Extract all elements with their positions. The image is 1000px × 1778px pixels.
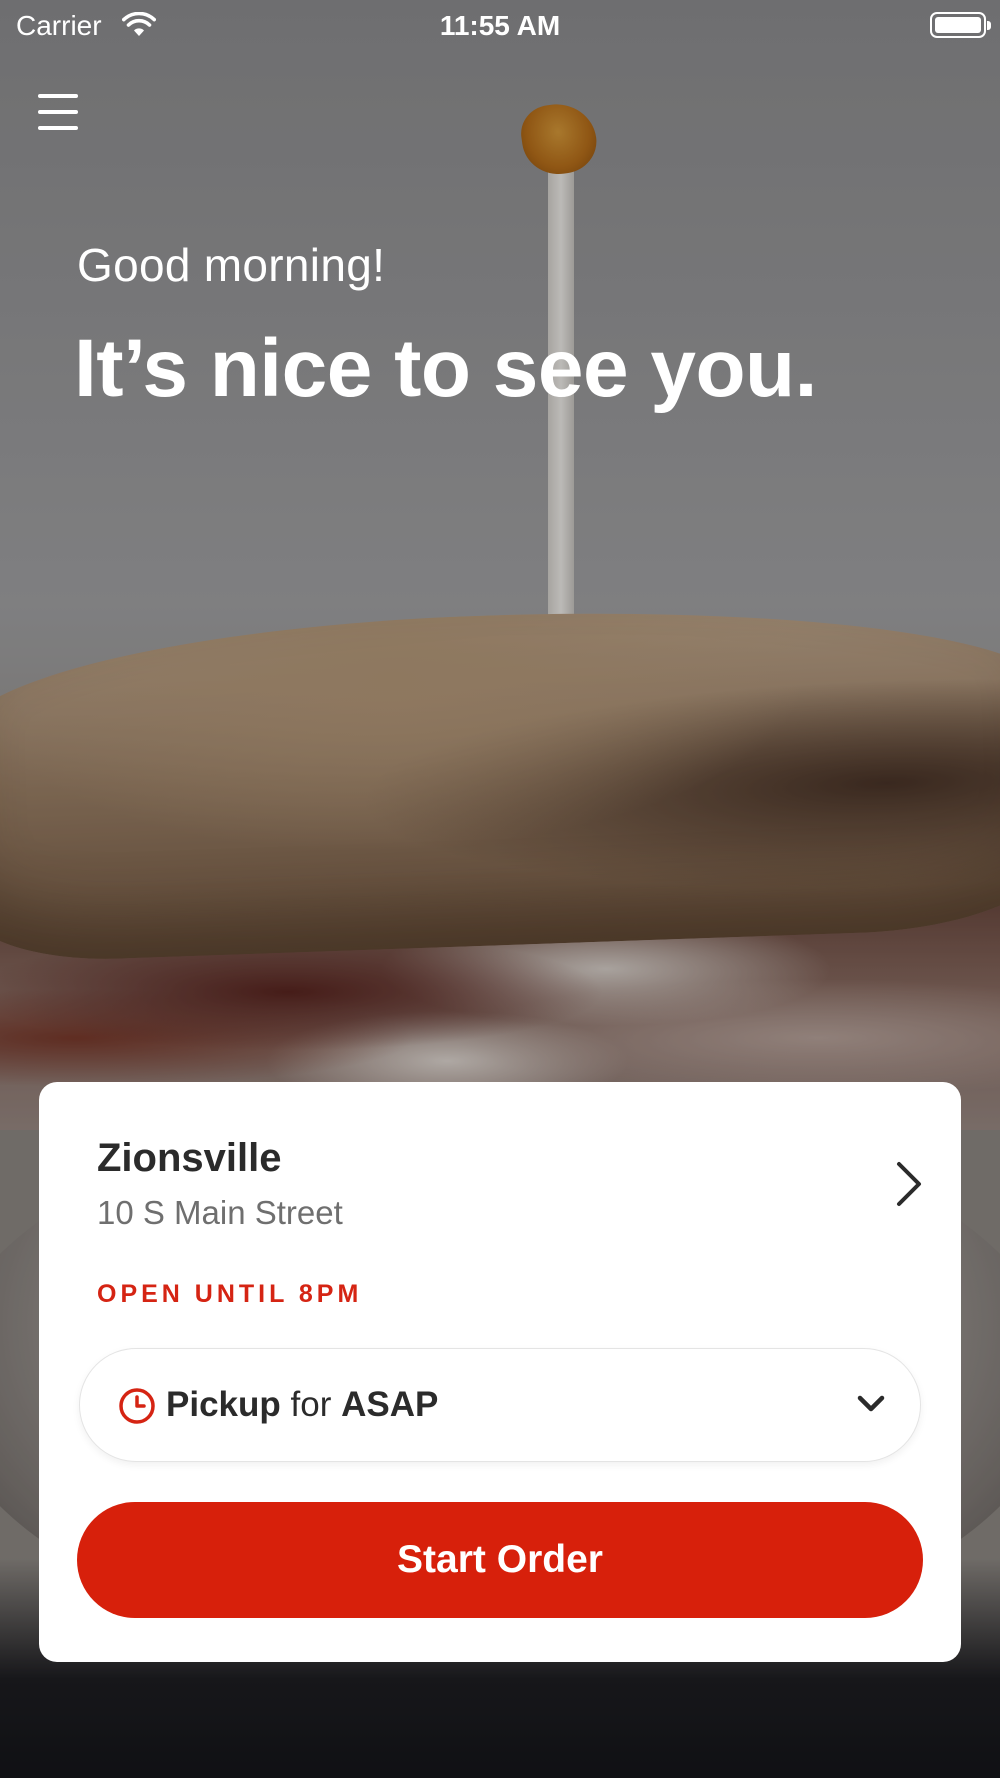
clock-icon [118, 1387, 156, 1425]
greeting-text: Good morning! [77, 239, 386, 291]
chevron-down-icon [856, 1393, 886, 1415]
status-bar: Carrier 11:55 AM [0, 0, 1000, 52]
location-selector[interactable]: Zionsville 10 S Main Street [97, 1136, 927, 1246]
order-mode-text: Pickup for ASAP [166, 1385, 438, 1425]
order-mode-connector: for [290, 1385, 332, 1424]
headline-text: It’s nice to see you. [74, 323, 817, 414]
chevron-right-icon [887, 1158, 927, 1210]
location-card: Zionsville 10 S Main Street OPEN UNTIL 8… [39, 1082, 961, 1662]
clock-time: 11:55 AM [439, 10, 561, 41]
open-hours-label: OPEN UNTIL 8PM [97, 1280, 363, 1308]
order-mode-time: ASAP [341, 1385, 439, 1424]
location-address: 10 S Main Street [97, 1194, 343, 1231]
battery-icon [930, 12, 991, 38]
hamburger-menu-icon[interactable] [34, 90, 82, 134]
location-name: Zionsville [97, 1136, 282, 1180]
home-screen: Carrier 11:55 AM Good morning! It’s nice… [0, 0, 1000, 1778]
start-order-button[interactable]: Start Order [77, 1502, 923, 1618]
order-mode-type: Pickup [166, 1385, 281, 1424]
order-mode-dropdown[interactable]: Pickup for ASAP [79, 1348, 921, 1462]
